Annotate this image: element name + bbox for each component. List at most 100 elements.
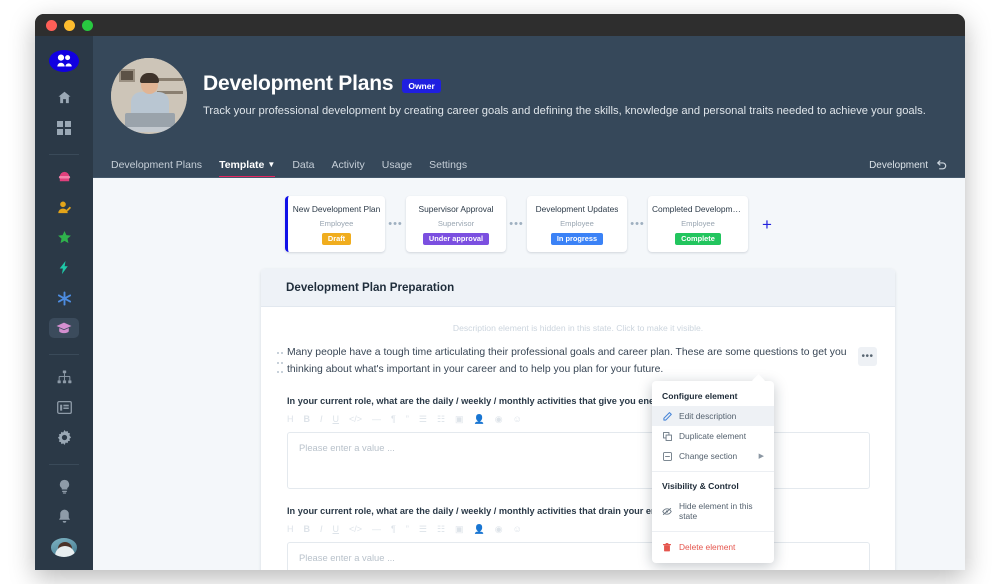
app-logo[interactable] [49, 50, 79, 72]
sidebar-item-energy[interactable] [49, 258, 79, 278]
section-icon [662, 451, 672, 461]
window-titlebar [35, 14, 965, 36]
element-options-button[interactable]: ••• [858, 347, 877, 366]
state-card[interactable]: Development Updates Employee In progress [527, 196, 627, 252]
menu-item-label: Edit description [679, 411, 737, 421]
rich-text-toolbar-2: H B I U </> — ¶ ” ☰ ☷ ▣ 👤 ◉ ☺ [261, 516, 895, 534]
context-menu-group-title-2: Visibility & Control [662, 481, 739, 491]
main-area: Development Plans Owner Track your profe… [93, 36, 965, 570]
answer-input-1[interactable]: Please enter a value ... [287, 431, 870, 489]
question-label-1: In your current role, what are the daily… [287, 395, 675, 406]
heading-icon[interactable]: H [287, 524, 294, 534]
tab-development-plans[interactable]: Development Plans [111, 159, 202, 178]
bullet-list-icon[interactable]: ☰ [419, 414, 427, 424]
state-card[interactable]: New Development Plan Employee Draft [285, 196, 385, 252]
answer-input-2[interactable]: Please enter a value ... [287, 541, 870, 570]
tab-label: Usage [381, 159, 413, 171]
numbered-list-icon[interactable]: ☷ [437, 414, 445, 424]
sidebar-item-ninja[interactable] [49, 167, 79, 187]
add-state-button[interactable]: + [762, 216, 772, 233]
sidebar-item-home[interactable] [49, 88, 79, 108]
state-role: Employee [319, 218, 354, 228]
state-card[interactable]: Supervisor Approval Supervisor Under app… [406, 196, 506, 252]
star-icon [57, 230, 71, 244]
hidden-description-note[interactable]: Description element is hidden in this st… [261, 307, 895, 345]
minimize-window-button[interactable] [64, 19, 75, 31]
sidebar-item-recognition[interactable] [49, 227, 79, 247]
mention-icon[interactable]: 👤 [474, 414, 485, 424]
menu-item-duplicate-element[interactable]: Duplicate element [652, 426, 774, 446]
paragraph-icon[interactable]: ¶ [391, 414, 396, 424]
sidebar-item-learning[interactable] [49, 318, 79, 339]
underline-icon[interactable]: U [333, 414, 340, 424]
divider-icon[interactable]: — [372, 524, 381, 534]
tab-label: Data [292, 159, 315, 171]
sidebar-item-wellbeing[interactable] [49, 288, 79, 308]
sidebar-divider [49, 154, 79, 155]
menu-item-change-section[interactable]: Change section ▶ [652, 446, 774, 466]
state-name: Development Updates [535, 205, 619, 214]
sidebar-item-settings[interactable] [49, 428, 79, 448]
sidebar-item-reports[interactable] [49, 397, 79, 417]
tab-usage[interactable]: Usage [382, 159, 412, 178]
tab-data[interactable]: Data [292, 159, 314, 178]
state-role: Employee [681, 218, 715, 228]
table-icon [56, 401, 72, 415]
menu-item-hide-element[interactable]: Hide element in this state [652, 496, 774, 526]
menu-item-label: Hide element in this state [679, 501, 753, 521]
emoji-icon[interactable]: ☺ [513, 414, 522, 424]
divider-icon[interactable]: — [372, 414, 381, 424]
close-window-button[interactable] [46, 19, 57, 31]
state-connector: ••• [630, 218, 645, 230]
sidebar-item-org-chart[interactable] [49, 367, 79, 387]
grid-icon [57, 121, 71, 136]
sidebar-item-ideas[interactable] [49, 477, 79, 497]
template-panel: Development Plan Preparation Description… [261, 269, 895, 570]
numbered-list-icon[interactable]: ☷ [437, 524, 445, 534]
intro-paragraph: Many people have a tough time articulati… [287, 347, 847, 375]
color-icon[interactable]: ◉ [495, 414, 503, 424]
drag-handle[interactable] [273, 345, 287, 379]
bullet-list-icon[interactable]: ☰ [419, 524, 427, 534]
tab-template[interactable]: Template ▼ [219, 159, 276, 178]
eye-off-icon [662, 507, 672, 516]
tab-activity[interactable]: Activity [332, 159, 365, 178]
italic-icon[interactable]: I [320, 524, 323, 534]
code-icon[interactable]: </> [349, 524, 362, 534]
menu-item-delete-element[interactable]: Delete element [652, 537, 774, 557]
sidebar-item-dashboard[interactable] [49, 118, 79, 138]
nav-right-group[interactable]: Development [869, 160, 947, 178]
quote-icon[interactable]: ” [406, 524, 409, 534]
code-icon[interactable]: </> [349, 414, 362, 424]
chevron-down-icon: ▼ [267, 160, 276, 169]
heading-icon[interactable]: H [287, 414, 294, 424]
maximize-window-button[interactable] [82, 19, 93, 31]
panel-header: Development Plan Preparation [261, 269, 895, 307]
state-name: Completed Developme... [652, 205, 744, 214]
sidebar-divider-3 [49, 463, 79, 465]
mention-icon[interactable]: 👤 [474, 524, 485, 534]
state-card[interactable]: Completed Developme... Employee Complete [648, 196, 748, 252]
tab-label: Development Plans [111, 159, 203, 171]
menu-item-edit-description[interactable]: Edit description [652, 406, 774, 426]
user-avatar[interactable] [50, 537, 78, 558]
quote-icon[interactable]: ” [406, 414, 409, 424]
image-icon[interactable]: ▣ [455, 414, 464, 424]
state-name: New Development Plan [292, 205, 381, 214]
state-status-badge: Draft [321, 232, 352, 245]
page-hero: Development Plans Owner Track your profe… [93, 36, 965, 134]
emoji-icon[interactable]: ☺ [513, 524, 522, 534]
revert-icon[interactable] [935, 160, 947, 171]
sidebar-item-notifications[interactable] [49, 507, 79, 527]
paragraph-icon[interactable]: ¶ [391, 524, 396, 534]
bold-icon[interactable]: B [304, 524, 311, 534]
tab-settings[interactable]: Settings [429, 159, 467, 178]
sidebar-item-performance[interactable] [49, 197, 79, 217]
color-icon[interactable]: ◉ [495, 524, 503, 534]
image-icon[interactable]: ▣ [455, 524, 464, 534]
state-connector: ••• [388, 218, 403, 230]
italic-icon[interactable]: I [320, 414, 323, 424]
pencil-icon [662, 411, 672, 421]
underline-icon[interactable]: U [333, 524, 340, 534]
bold-icon[interactable]: B [304, 414, 311, 424]
